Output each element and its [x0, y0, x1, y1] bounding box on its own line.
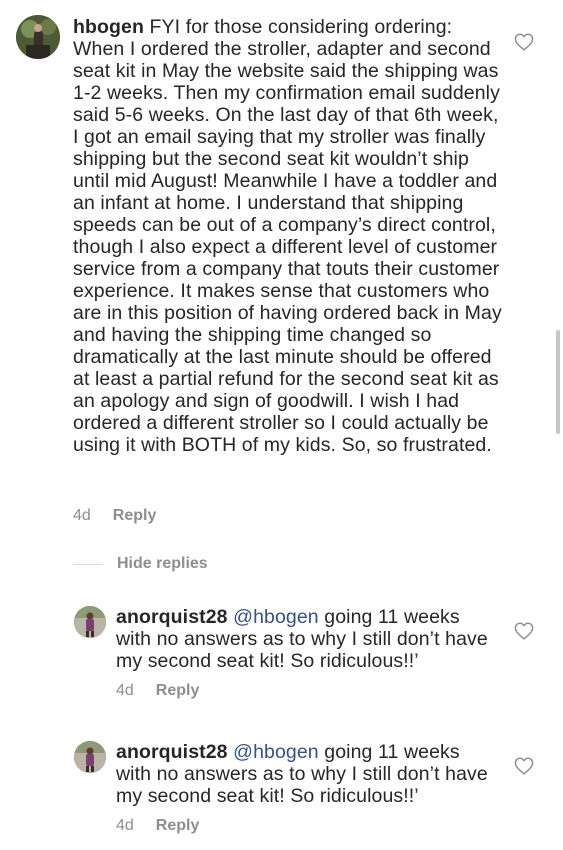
reply-meta: 4d Reply [116, 682, 199, 700]
divider-line [73, 563, 103, 565]
like-heart-icon[interactable] [514, 622, 534, 640]
avatar[interactable] [74, 741, 106, 773]
reply-button[interactable]: Reply [156, 682, 200, 700]
reply-timestamp: 4d [116, 817, 134, 834]
scrollbar[interactable] [556, 330, 560, 434]
like-heart-icon[interactable] [514, 33, 534, 51]
reply-text: anorquist28 @hbogen going 11 weeks with … [116, 741, 496, 807]
reply-button[interactable]: Reply [156, 817, 200, 835]
mention-link[interactable]: @hbogen [233, 741, 319, 763]
reply-meta: 4d Reply [116, 817, 199, 835]
mention-link[interactable]: @hbogen [233, 606, 319, 628]
reply-text: anorquist28 @hbogen going 11 weeks with … [116, 606, 496, 672]
comment-meta: 4d Reply [73, 507, 156, 525]
profile-photo-icon [74, 606, 106, 638]
reply-timestamp: 4d [116, 682, 134, 699]
avatar[interactable] [16, 15, 60, 59]
comment-username[interactable]: hbogen [73, 16, 144, 38]
comment-timestamp: 4d [73, 507, 91, 524]
hide-replies-button[interactable]: Hide replies [73, 555, 208, 573]
profile-photo-icon [16, 15, 60, 59]
profile-photo-icon [74, 741, 106, 773]
reply-username[interactable]: anorquist28 [116, 741, 228, 763]
hide-replies-label: Hide replies [117, 555, 208, 572]
reply-username[interactable]: anorquist28 [116, 606, 228, 628]
comment-text: hbogen FYI for those considering orderin… [73, 16, 503, 456]
reply-button[interactable]: Reply [113, 507, 157, 525]
avatar[interactable] [74, 606, 106, 638]
comment-body: FYI for those considering ordering: When… [73, 16, 502, 456]
like-heart-icon[interactable] [514, 757, 534, 775]
